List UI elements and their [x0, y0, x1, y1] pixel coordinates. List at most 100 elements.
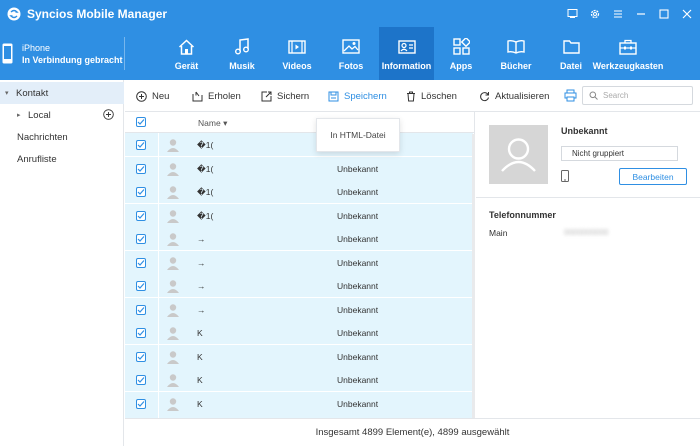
name-header-label: Name	[198, 118, 221, 128]
delete-label: Löschen	[421, 90, 457, 102]
title-bar: Syncios Mobile Manager	[0, 0, 700, 27]
row-name: K	[197, 351, 203, 362]
table-row[interactable]: �1(Unbekannt	[125, 203, 473, 228]
row-checkbox[interactable]	[136, 351, 146, 362]
row-checkbox[interactable]	[136, 398, 146, 409]
row-checkbox[interactable]	[136, 375, 146, 385]
sidebar: ▾ Kontakt ▸ Local Nachrichten Anrufliste	[0, 80, 124, 446]
close-button[interactable]	[680, 7, 694, 21]
contact-avatar-icon	[167, 186, 179, 199]
row-checkbox[interactable]	[136, 163, 146, 174]
save-menu-html-option[interactable]: In HTML-Datei	[316, 118, 400, 152]
row-checkbox[interactable]	[136, 304, 146, 315]
table-row[interactable]: K Unbekannt	[125, 391, 473, 416]
column-divider	[158, 274, 159, 298]
tab-werkzeugkasten[interactable]: Werkzeugkasten	[593, 27, 663, 80]
contact-avatar-icon	[167, 327, 179, 340]
delete-button[interactable]: Löschen	[406, 80, 457, 112]
status-bar: Insgesamt 4899 Element(e), 4899 ausgewäh…	[125, 418, 700, 446]
row-checkbox[interactable]	[136, 234, 146, 244]
column-divider	[158, 203, 159, 228]
tab-videos[interactable]: Videos	[276, 27, 318, 80]
tab-information[interactable]: Information	[379, 27, 434, 80]
toolbar: Neu Erholen Sichern Speichern Löschen Ak…	[125, 80, 700, 112]
row-name: �1(	[197, 140, 214, 150]
table-row[interactable]: K Unbekannt	[125, 321, 473, 345]
tab-label: Gerät	[174, 61, 199, 71]
column-divider	[158, 297, 159, 322]
contact-name: Unbekannt	[561, 126, 608, 136]
phone-value: 0000000000	[564, 228, 609, 237]
group-select[interactable]: Nicht gruppiert	[561, 146, 678, 161]
device-info[interactable]: iPhone In Verbindung gebracht	[0, 27, 124, 80]
tab-buecher[interactable]: Bücher	[500, 27, 532, 80]
row-name: →	[197, 257, 206, 268]
row-checkbox[interactable]	[136, 281, 146, 291]
backup-button[interactable]: Sichern	[261, 80, 309, 112]
contact-avatar-icon	[167, 233, 179, 246]
contact-avatar-icon	[167, 303, 179, 317]
table-scrollbar[interactable]	[472, 134, 475, 418]
table-row[interactable]: �1(Unbekannt	[125, 133, 473, 157]
new-button[interactable]: Neu	[136, 80, 169, 112]
add-group-icon[interactable]	[103, 109, 114, 120]
tab-apps[interactable]: Apps	[446, 27, 476, 80]
tab-label: Werkzeugkasten	[592, 61, 664, 71]
contact-avatar-icon	[167, 256, 179, 270]
check-icon	[137, 236, 145, 242]
sidebar-item-label: Anrufliste	[17, 153, 57, 165]
name-column-header[interactable]: Name ▾	[198, 118, 227, 129]
contact-avatar-icon	[167, 350, 179, 364]
search-input[interactable]	[603, 91, 683, 100]
apps-icon	[452, 38, 470, 55]
check-icon	[137, 142, 145, 148]
table-row[interactable]: �1(Unbekannt	[125, 156, 473, 181]
edit-button[interactable]: Bearbeiten	[619, 168, 687, 185]
restore-label: Erholen	[208, 90, 241, 102]
search-box[interactable]	[582, 86, 693, 105]
row-checkbox[interactable]	[136, 257, 146, 268]
device-separator	[124, 37, 125, 70]
app-title: Syncios Mobile Manager	[27, 6, 168, 21]
check-icon	[137, 259, 145, 266]
table-row[interactable]: → Unbekannt	[125, 250, 473, 275]
tab-musik[interactable]: Musik	[221, 27, 263, 80]
column-divider	[158, 180, 159, 204]
settings-gear-icon[interactable]	[588, 7, 602, 21]
table-row[interactable]: K Unbekannt	[125, 368, 473, 392]
row-checkbox[interactable]	[136, 140, 146, 150]
select-all-checkbox[interactable]	[136, 117, 146, 127]
save-button[interactable]: Speichern	[328, 80, 387, 112]
sidebar-item-local[interactable]: ▸ Local	[0, 104, 124, 126]
row-checkbox[interactable]	[136, 328, 146, 338]
save-label: Speichern	[344, 90, 387, 102]
restore-button[interactable]: Erholen	[192, 80, 241, 112]
row-checkbox[interactable]	[136, 210, 146, 221]
check-icon	[137, 165, 145, 172]
tab-datei[interactable]: Datei	[558, 27, 584, 80]
print-icon[interactable]	[564, 89, 577, 102]
sidebar-item-kontakt[interactable]: ▾ Kontakt	[0, 82, 124, 104]
table-row[interactable]: → Unbekannt	[125, 227, 473, 251]
sidebar-item-anrufliste[interactable]: Anrufliste	[0, 148, 124, 170]
row-name: �1(	[197, 210, 214, 221]
export-icon	[261, 91, 272, 101]
table-row[interactable]: → Unbekannt	[125, 274, 473, 298]
maximize-button[interactable]	[657, 7, 671, 21]
minimize-button[interactable]	[634, 7, 648, 21]
row-name: K	[197, 398, 203, 409]
sidebar-item-nachrichten[interactable]: Nachrichten	[0, 126, 124, 148]
table-row[interactable]: �1(Unbekannt	[125, 180, 473, 204]
table-row[interactable]: → Unbekannt	[125, 297, 473, 322]
row-group: Unbekannt	[337, 351, 379, 362]
row-group: Unbekannt	[337, 257, 379, 268]
tab-fotos[interactable]: Fotos	[333, 27, 369, 80]
feedback-icon[interactable]	[565, 7, 579, 21]
tab-geraet[interactable]: Gerät	[163, 27, 210, 80]
row-name: K	[197, 328, 203, 338]
refresh-button[interactable]: Aktualisieren	[479, 80, 549, 112]
table-row[interactable]: K Unbekannt	[125, 344, 473, 369]
check-icon	[137, 306, 145, 313]
menu-icon[interactable]	[611, 7, 625, 21]
row-checkbox[interactable]	[136, 187, 146, 197]
